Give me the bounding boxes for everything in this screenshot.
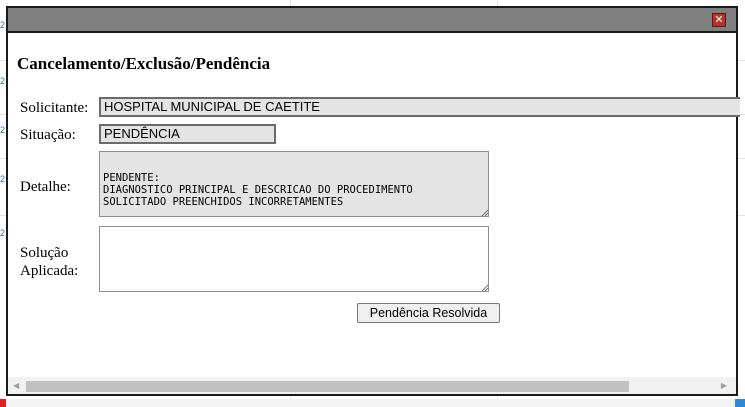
resize-grip-icon[interactable] <box>481 284 489 292</box>
solucao-label-line2: Aplicada: <box>20 263 79 279</box>
solucao-label: Solução Aplicada: <box>20 244 78 280</box>
resize-grip-icon[interactable] <box>481 209 489 217</box>
bg-bottom-strip <box>0 399 745 407</box>
horizontal-scrollbar[interactable]: ◀ ▶ <box>8 377 736 394</box>
chevron-left-icon[interactable]: ◀ <box>13 381 19 390</box>
pendencia-dialog: ✕ Cancelamento/Exclusão/Pendência Solici… <box>6 6 740 396</box>
solicitante-label: Solicitante: <box>20 100 89 116</box>
solicitante-field: HOSPITAL MUNICIPAL DE CAETITE <box>99 97 740 117</box>
solucao-textarea[interactable] <box>99 226 489 292</box>
bg-blue-marker <box>735 399 745 407</box>
situacao-label: Situação: <box>20 127 76 143</box>
dialog-title: Cancelamento/Exclusão/Pendência <box>17 54 271 73</box>
scrollbar-thumb[interactable] <box>26 381 629 392</box>
situacao-field: PENDÊNCIA <box>99 124 276 144</box>
detalhe-label: Detalhe: <box>20 179 71 195</box>
detalhe-textarea: PENDENTE: DIAGNOSTICO PRINCIPAL E DESCRI… <box>99 151 489 217</box>
pendencia-resolvida-button[interactable]: Pendência Resolvida <box>357 303 500 323</box>
bg-red-marker <box>0 399 6 407</box>
chevron-right-icon[interactable]: ▶ <box>721 381 727 390</box>
dialog-titlebar[interactable]: ✕ <box>8 8 736 33</box>
close-icon[interactable]: ✕ <box>712 13 726 27</box>
solucao-label-line1: Solução <box>20 245 69 261</box>
